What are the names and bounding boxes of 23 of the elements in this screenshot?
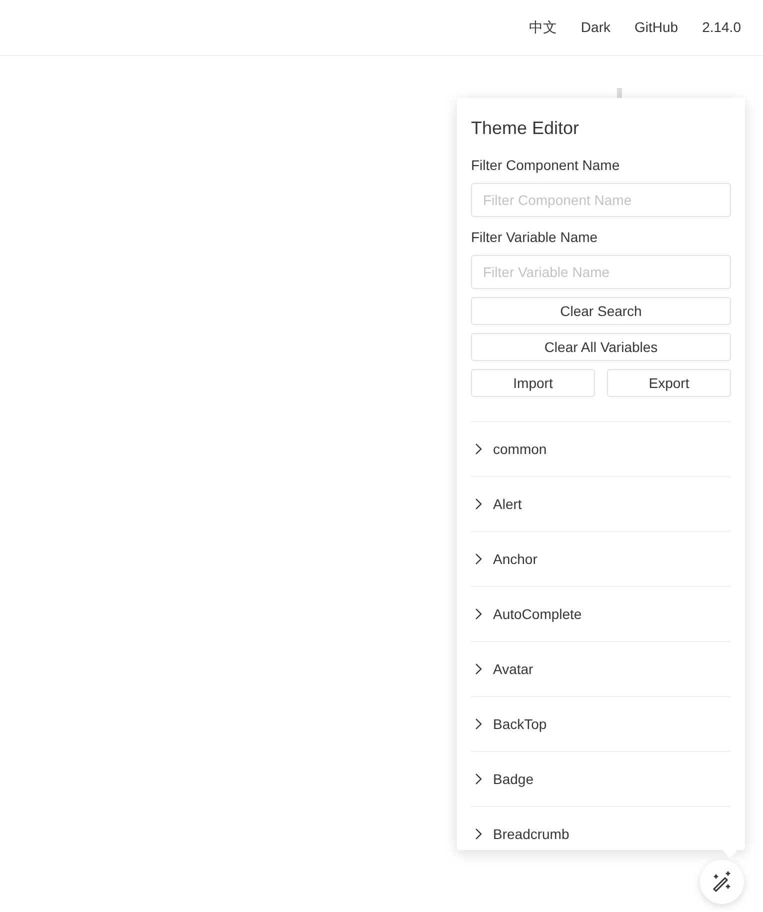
anchor-rail <box>617 88 622 98</box>
action-button[interactable]: Export <box>607 369 731 397</box>
collapse-item[interactable]: Anchor <box>471 548 538 570</box>
collapse-item[interactable]: common <box>471 438 547 460</box>
popover-title: Theme Editor <box>471 117 580 140</box>
input-field[interactable]: Filter Component Name <box>471 183 731 217</box>
collapse-item[interactable]: Avatar <box>471 658 534 680</box>
collapse-item[interactable]: AutoComplete <box>471 604 582 624</box>
nav-link[interactable]: 2.14.0 <box>690 17 753 38</box>
collapse-item[interactable]: Badge <box>471 768 534 790</box>
collapse-item[interactable]: BackTop <box>471 714 547 734</box>
input-field[interactable]: Filter Variable Name <box>471 255 731 289</box>
field-label: Filter Component Name <box>471 156 621 175</box>
collapse-item[interactable]: Alert <box>471 494 522 514</box>
nav-link[interactable]: Dark <box>568 17 622 38</box>
magic-wand-button[interactable] <box>700 860 744 904</box>
nav-link[interactable]: GitHub <box>622 17 690 38</box>
nav-link[interactable]: 中文 <box>516 17 569 38</box>
collapse-item[interactable]: Breadcrumb <box>471 824 570 844</box>
field-label: Filter Variable Name <box>471 228 599 247</box>
action-button[interactable]: Clear Search <box>471 297 731 325</box>
action-button[interactable]: Import <box>471 369 595 397</box>
action-button[interactable]: Clear All Variables <box>471 333 731 361</box>
